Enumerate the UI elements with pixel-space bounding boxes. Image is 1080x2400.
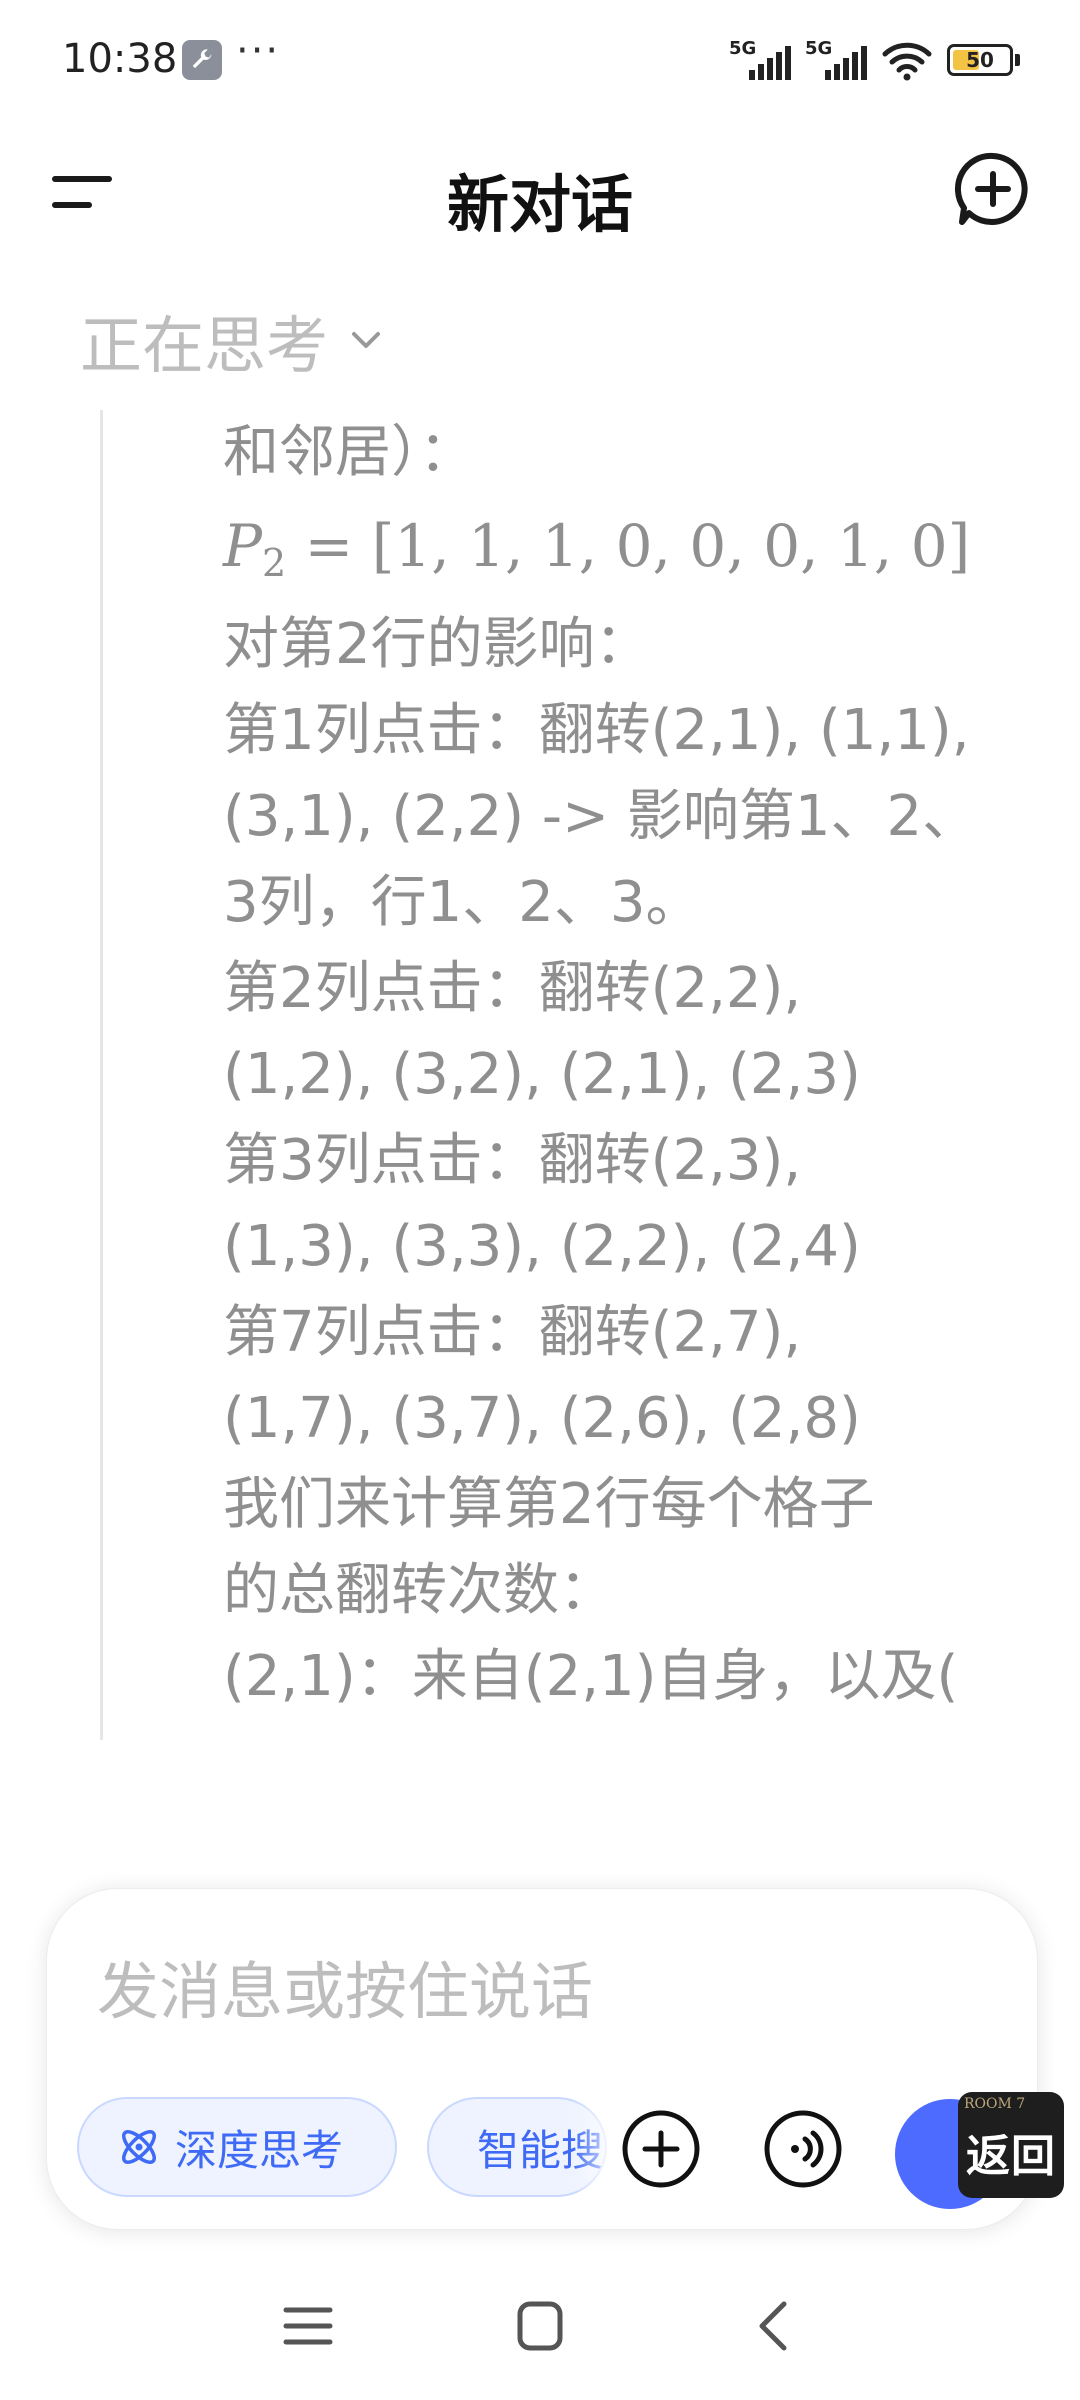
battery-level: 50 [966, 48, 994, 72]
thinking-line: (2,1)：来自(2,1)自身，以及( [223, 1644, 959, 1709]
status-time: 10:38 [62, 36, 178, 82]
status-right-group: 5G 5G 50 [729, 36, 1020, 84]
thinking-line: 对第2行的影响： [223, 612, 651, 677]
thinking-line: 的总翻转次数： [223, 1558, 615, 1623]
thinking-line: 第7列点击：翻转(2,7), [223, 1300, 802, 1365]
thinking-text: 和邻居）： P2 = [1, 1, 1, 0, 0, 0, 1, 0] 对第2行… [223, 410, 1003, 1720]
signal-icon: 5G [729, 38, 791, 82]
wrench-icon [182, 40, 222, 80]
math-expression: P2 = [1, 1, 1, 0, 0, 0, 1, 0] [223, 496, 1003, 596]
thinking-line: 第3列点击：翻转(2,3), [223, 1128, 802, 1193]
thinking-line: 第2列点击：翻转(2,2), [223, 956, 802, 1021]
message-composer: 发消息或按住说话 深度思考 智能搜索 [46, 1888, 1038, 2230]
floating-return-label: 返回 [966, 2131, 1056, 2182]
math-value: = [1, 1, 1, 0, 0, 0, 1, 0] [304, 512, 971, 580]
battery-cap [1015, 54, 1020, 66]
thinking-content: 和邻居）： P2 = [1, 1, 1, 0, 0, 0, 1, 0] 对第2行… [100, 410, 1003, 1740]
thinking-line: 我们来计算第2行每个格子 [223, 1472, 875, 1537]
chevron-down-icon [352, 332, 381, 348]
thinking-toggle[interactable]: 正在思考 [80, 300, 386, 382]
status-bar: 10:38 ··· 5G 5G 50 [0, 0, 1080, 120]
deep-think-button[interactable]: 深度思考 [77, 2097, 397, 2197]
chip-scroll-fade [573, 2085, 621, 2209]
back-icon[interactable] [734, 2290, 814, 2362]
home-icon[interactable] [500, 2290, 580, 2362]
thinking-line: 第1列点击：翻转(2,1), (1,1), [223, 698, 970, 763]
plus-icon[interactable] [621, 2109, 701, 2189]
thinking-line: (1,2), (3,2), (2,1), (2,3) [223, 1042, 861, 1107]
math-subscript: 2 [262, 541, 287, 585]
page-title: 新对话 [446, 168, 633, 241]
floating-tag: ROOM 7 [964, 2096, 1026, 2112]
battery-icon: 50 [947, 44, 1013, 76]
recent-apps-icon[interactable] [268, 2290, 348, 2362]
screen: 10:38 ··· 5G 5G 50 新对话 正在思考 和邻居）： P2 = [… [0, 0, 1080, 2400]
atom-icon [122, 2130, 156, 2164]
thinking-line: (3,1), (2,2) -> 影响第1、2、 [223, 784, 979, 849]
header: 新对话 [0, 130, 1080, 250]
status-overflow: ··· [236, 28, 281, 74]
thinking-line: 3列，行1、2、3。 [223, 870, 702, 935]
signal-icon: 5G [805, 38, 867, 82]
new-chat-icon[interactable] [954, 150, 1032, 228]
message-input[interactable]: 发消息或按住说话 [97, 1941, 593, 2031]
system-nav-bar [0, 2270, 1080, 2380]
thinking-line: (1,7), (3,7), (2,6), (2,8) [223, 1386, 861, 1451]
thinking-label: 正在思考 [80, 309, 329, 382]
thinking-line: 和邻居）： [223, 420, 475, 485]
wifi-icon [882, 42, 932, 81]
voice-call-icon[interactable] [763, 2109, 843, 2189]
math-symbol: P [223, 512, 263, 580]
deep-think-label: 深度思考 [175, 2125, 344, 2175]
floating-return-button[interactable]: ROOM 7 返回 [958, 2092, 1064, 2198]
thinking-line: (1,3), (3,3), (2,2), (2,4) [223, 1214, 861, 1279]
